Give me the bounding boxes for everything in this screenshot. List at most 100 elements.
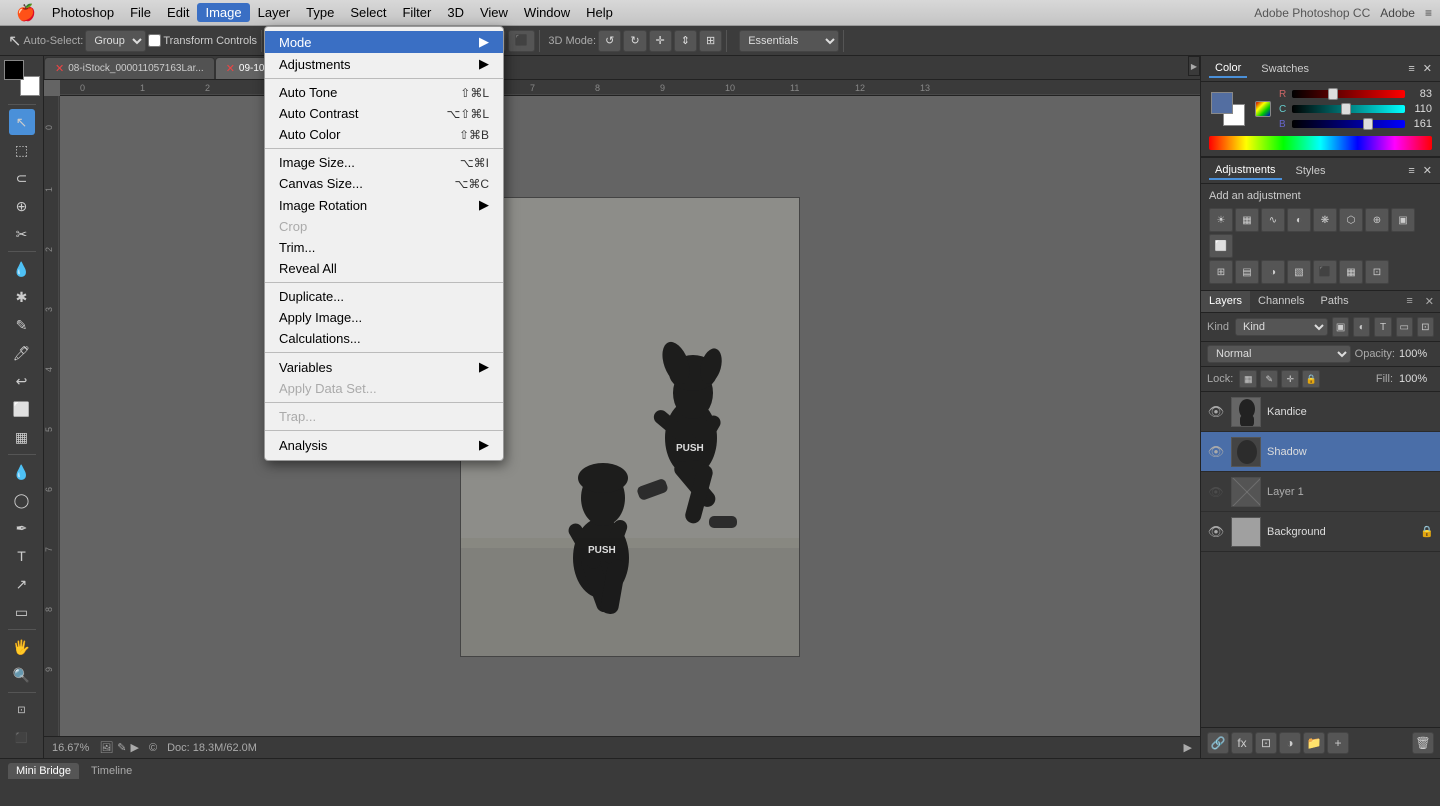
hue-sat-adj-btn[interactable]: ⬡ [1339, 208, 1363, 232]
menu-3d[interactable]: 3D [439, 3, 472, 22]
filter-type-btn[interactable]: T [1374, 317, 1391, 337]
layer-shadow[interactable]: 👁 Shadow [1201, 432, 1440, 472]
color-panel-menu[interactable]: ≡ [1408, 63, 1414, 75]
menu-adjustments[interactable]: Adjustments ▶ [265, 53, 503, 75]
adjustments-panel-close[interactable]: ✕ [1423, 164, 1432, 177]
crop-tool[interactable]: ✂ [9, 221, 35, 247]
invert-adj-btn[interactable]: ◑ [1261, 260, 1285, 284]
transform-controls-checkbox[interactable] [148, 34, 161, 47]
3d-rotate-btn[interactable]: ↺ [598, 30, 621, 52]
add-mask-btn[interactable]: ⊡ [1255, 732, 1277, 754]
color-tab[interactable]: Color [1209, 60, 1247, 78]
blur-tool[interactable]: 💧 [9, 459, 35, 485]
menu-view[interactable]: View [472, 3, 516, 22]
vibrance-adj-btn[interactable]: ❋ [1313, 208, 1337, 232]
adjustments-tab[interactable]: Adjustments [1209, 162, 1282, 180]
styles-tab[interactable]: Styles [1290, 163, 1332, 179]
filter-adj-btn[interactable]: ◐ [1353, 317, 1370, 337]
b-slider-track[interactable] [1292, 120, 1405, 128]
3d-scale-btn[interactable]: ⊞ [699, 30, 722, 52]
selection-tool[interactable]: ⬚ [9, 137, 35, 163]
eraser-tool[interactable]: ⬜ [9, 396, 35, 422]
create-new-fill-btn[interactable]: ◑ [1279, 732, 1301, 754]
quick-mask-btn[interactable]: ⊡ [9, 697, 35, 723]
b-slider-thumb[interactable] [1363, 118, 1373, 130]
menu-image-rotation[interactable]: Image Rotation ▶ [265, 194, 503, 216]
color-fg-swatch[interactable] [1211, 92, 1233, 114]
posterize-adj-btn[interactable]: ▧ [1287, 260, 1311, 284]
layer-shadow-visibility[interactable]: 👁 [1207, 444, 1225, 460]
brush-tool[interactable]: ✎ [9, 312, 35, 338]
filter-smart-btn[interactable]: ⊡ [1417, 317, 1434, 337]
menu-auto-color[interactable]: Auto Color ⇧⌘B [265, 124, 503, 145]
create-group-btn[interactable]: 📁 [1303, 732, 1325, 754]
menu-variables[interactable]: Variables ▶ [265, 356, 503, 378]
photo-filter-adj-btn[interactable]: ⬜ [1209, 234, 1233, 258]
menu-edit[interactable]: Edit [159, 3, 197, 22]
nav-arrow[interactable]: ▶ [1184, 741, 1192, 754]
workspace-dropdown[interactable]: Essentials Photography 3D [739, 30, 839, 52]
layer-kandice-visibility[interactable]: 👁 [1207, 404, 1225, 420]
color-balance-adj-btn[interactable]: ⊕ [1365, 208, 1389, 232]
layers-kind-select[interactable]: Kind Name Effect Mode Attribute Color Sm… [1235, 318, 1328, 336]
color-spectrum-bar[interactable] [1209, 136, 1432, 150]
menu-type[interactable]: Type [298, 3, 342, 22]
menu-expand-icon[interactable]: ≡ [1425, 6, 1432, 20]
menu-filter[interactable]: Filter [394, 3, 439, 22]
menu-file[interactable]: File [122, 3, 159, 22]
link-layers-btn[interactable]: 🔗 [1207, 732, 1229, 754]
color-lookup-adj-btn[interactable]: ▤ [1235, 260, 1259, 284]
eyedropper-tool[interactable]: 💧 [9, 256, 35, 282]
menu-image[interactable]: Image [197, 3, 249, 22]
opacity-value[interactable]: 100% [1399, 348, 1434, 360]
layer-kandice[interactable]: 👁 Kandice [1201, 392, 1440, 432]
lock-all-btn[interactable]: 🔒 [1302, 370, 1320, 388]
r-slider-thumb[interactable] [1328, 88, 1338, 100]
doc-tab-1[interactable]: ✕ 08-iStock_000011057163Lar... [44, 57, 215, 79]
lasso-tool[interactable]: ⊂ [9, 165, 35, 191]
text-tool[interactable]: T [9, 543, 35, 569]
channels-tab[interactable]: Channels [1250, 291, 1312, 312]
layer-1[interactable]: 👁 Layer 1 [1201, 472, 1440, 512]
adjustments-panel-menu[interactable]: ≡ [1408, 165, 1414, 177]
swatches-tab[interactable]: Swatches [1255, 61, 1315, 77]
menu-photoshop[interactable]: Photoshop [44, 3, 122, 22]
layer-background-visibility[interactable]: 👁 [1207, 524, 1225, 540]
paths-tab[interactable]: Paths [1313, 291, 1357, 312]
lock-transparent-btn[interactable]: ▦ [1239, 370, 1257, 388]
fill-value[interactable]: 100% [1399, 373, 1434, 385]
lock-image-btn[interactable]: ✎ [1260, 370, 1278, 388]
layer-background[interactable]: 👁 Background 🔒 [1201, 512, 1440, 552]
c-slider-track[interactable] [1292, 105, 1405, 113]
menu-mode[interactable]: Mode ▶ [265, 31, 503, 53]
menu-help[interactable]: Help [578, 3, 621, 22]
arrange-btn[interactable]: ⬛ [508, 30, 536, 52]
gradient-map-adj-btn[interactable]: ▦ [1339, 260, 1363, 284]
filter-pixel-btn[interactable]: ▣ [1332, 317, 1349, 337]
mini-bridge-tab[interactable]: Mini Bridge [8, 763, 79, 779]
spot-heal-tool[interactable]: ✱ [9, 284, 35, 310]
apple-menu[interactable]: 🍎 [8, 1, 44, 25]
menu-auto-contrast[interactable]: Auto Contrast ⌥⇧⌘L [265, 103, 503, 124]
auto-select-dropdown[interactable]: Group Layer [85, 30, 146, 52]
timeline-tab[interactable]: Timeline [83, 763, 140, 779]
menu-trim[interactable]: Trim... [265, 237, 503, 258]
history-brush-tool[interactable]: ↩ [9, 368, 35, 394]
menu-layer[interactable]: Layer [250, 3, 299, 22]
menu-select[interactable]: Select [342, 3, 394, 22]
blend-mode-select[interactable]: Normal Dissolve Multiply Screen Overlay [1207, 345, 1351, 363]
create-new-layer-btn[interactable]: + [1327, 732, 1349, 754]
move-tool[interactable]: ↖ [9, 109, 35, 135]
menu-analysis[interactable]: Analysis ▶ [265, 434, 503, 456]
r-slider-track[interactable] [1292, 90, 1405, 98]
layer-1-visibility[interactable]: 👁 [1207, 485, 1225, 499]
foreground-color-swatch[interactable] [4, 60, 24, 80]
channel-mixer-adj-btn[interactable]: ⊞ [1209, 260, 1233, 284]
levels-adj-btn[interactable]: ▦ [1235, 208, 1259, 232]
bw-adj-btn[interactable]: ▣ [1391, 208, 1415, 232]
3d-roll-btn[interactable]: ↻ [623, 30, 646, 52]
menu-duplicate[interactable]: Duplicate... [265, 286, 503, 307]
quick-select-tool[interactable]: ⊕ [9, 193, 35, 219]
3d-slide-btn[interactable]: ⇕ [674, 30, 697, 52]
shape-tool[interactable]: ▭ [9, 599, 35, 625]
